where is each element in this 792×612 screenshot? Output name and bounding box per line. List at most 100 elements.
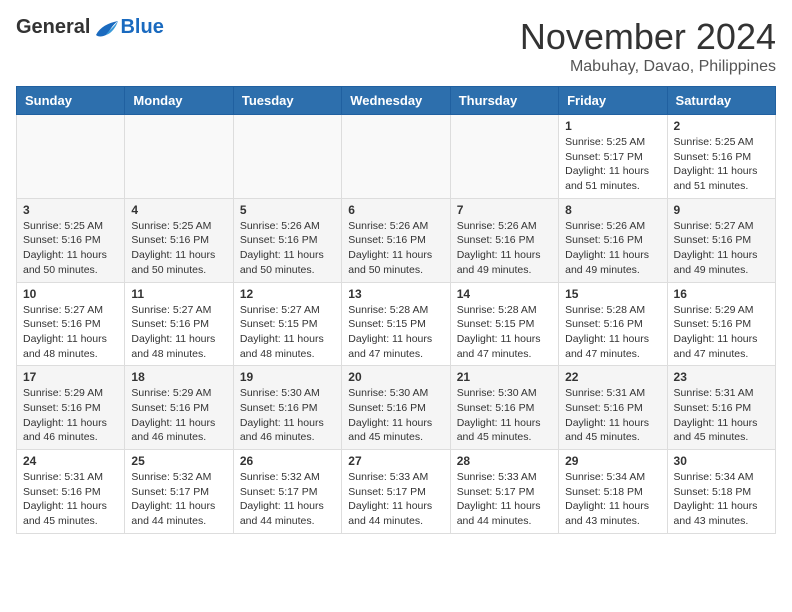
calendar-day-cell: 8 Sunrise: 5:26 AM Sunset: 5:16 PM Daylig… bbox=[559, 198, 667, 282]
day-number: 26 bbox=[240, 454, 335, 468]
calendar-day-cell: 15 Sunrise: 5:28 AM Sunset: 5:16 PM Dayli… bbox=[559, 282, 667, 366]
day-info: Sunrise: 5:26 AM Sunset: 5:16 PM Dayligh… bbox=[348, 219, 443, 278]
calendar-day-cell: 14 Sunrise: 5:28 AM Sunset: 5:15 PM Dayli… bbox=[450, 282, 558, 366]
day-info: Sunrise: 5:28 AM Sunset: 5:15 PM Dayligh… bbox=[348, 303, 443, 362]
calendar-day-cell bbox=[450, 115, 558, 199]
calendar-day-cell: 5 Sunrise: 5:26 AM Sunset: 5:16 PM Daylig… bbox=[233, 198, 341, 282]
calendar-day-header: Thursday bbox=[450, 87, 558, 115]
day-number: 10 bbox=[23, 287, 118, 301]
logo: General Blue bbox=[16, 16, 164, 39]
day-info: Sunrise: 5:25 AM Sunset: 5:16 PM Dayligh… bbox=[131, 219, 226, 278]
calendar-day-cell bbox=[17, 115, 125, 199]
day-info: Sunrise: 5:27 AM Sunset: 5:16 PM Dayligh… bbox=[131, 303, 226, 362]
day-info: Sunrise: 5:26 AM Sunset: 5:16 PM Dayligh… bbox=[565, 219, 660, 278]
day-info: Sunrise: 5:32 AM Sunset: 5:17 PM Dayligh… bbox=[240, 470, 335, 529]
day-info: Sunrise: 5:33 AM Sunset: 5:17 PM Dayligh… bbox=[457, 470, 552, 529]
day-info: Sunrise: 5:34 AM Sunset: 5:18 PM Dayligh… bbox=[565, 470, 660, 529]
calendar-day-cell: 22 Sunrise: 5:31 AM Sunset: 5:16 PM Dayli… bbox=[559, 366, 667, 450]
calendar-day-header: Monday bbox=[125, 87, 233, 115]
day-number: 18 bbox=[131, 370, 226, 384]
day-info: Sunrise: 5:31 AM Sunset: 5:16 PM Dayligh… bbox=[23, 470, 118, 529]
day-number: 11 bbox=[131, 287, 226, 301]
calendar-day-cell: 18 Sunrise: 5:29 AM Sunset: 5:16 PM Dayli… bbox=[125, 366, 233, 450]
day-info: Sunrise: 5:28 AM Sunset: 5:15 PM Dayligh… bbox=[457, 303, 552, 362]
calendar-day-cell: 10 Sunrise: 5:27 AM Sunset: 5:16 PM Dayli… bbox=[17, 282, 125, 366]
day-info: Sunrise: 5:26 AM Sunset: 5:16 PM Dayligh… bbox=[240, 219, 335, 278]
calendar-day-cell: 26 Sunrise: 5:32 AM Sunset: 5:17 PM Dayli… bbox=[233, 450, 341, 534]
calendar-day-cell: 16 Sunrise: 5:29 AM Sunset: 5:16 PM Dayli… bbox=[667, 282, 775, 366]
day-number: 12 bbox=[240, 287, 335, 301]
day-number: 17 bbox=[23, 370, 118, 384]
page-header: General Blue November 2024 Mabuhay, Dava… bbox=[16, 16, 776, 76]
calendar-table: SundayMondayTuesdayWednesdayThursdayFrid… bbox=[16, 86, 776, 534]
day-info: Sunrise: 5:27 AM Sunset: 5:16 PM Dayligh… bbox=[674, 219, 769, 278]
day-info: Sunrise: 5:30 AM Sunset: 5:16 PM Dayligh… bbox=[457, 386, 552, 445]
calendar-day-cell bbox=[342, 115, 450, 199]
day-number: 25 bbox=[131, 454, 226, 468]
calendar-day-cell: 3 Sunrise: 5:25 AM Sunset: 5:16 PM Daylig… bbox=[17, 198, 125, 282]
day-number: 19 bbox=[240, 370, 335, 384]
calendar-day-cell bbox=[233, 115, 341, 199]
calendar-day-cell bbox=[125, 115, 233, 199]
day-info: Sunrise: 5:27 AM Sunset: 5:15 PM Dayligh… bbox=[240, 303, 335, 362]
day-number: 23 bbox=[674, 370, 769, 384]
day-number: 14 bbox=[457, 287, 552, 301]
day-number: 6 bbox=[348, 203, 443, 217]
calendar-day-header: Tuesday bbox=[233, 87, 341, 115]
day-info: Sunrise: 5:25 AM Sunset: 5:16 PM Dayligh… bbox=[23, 219, 118, 278]
day-info: Sunrise: 5:27 AM Sunset: 5:16 PM Dayligh… bbox=[23, 303, 118, 362]
calendar-week-row: 10 Sunrise: 5:27 AM Sunset: 5:16 PM Dayli… bbox=[17, 282, 776, 366]
day-info: Sunrise: 5:30 AM Sunset: 5:16 PM Dayligh… bbox=[348, 386, 443, 445]
calendar-day-header: Saturday bbox=[667, 87, 775, 115]
calendar-day-cell: 11 Sunrise: 5:27 AM Sunset: 5:16 PM Dayli… bbox=[125, 282, 233, 366]
calendar-week-row: 3 Sunrise: 5:25 AM Sunset: 5:16 PM Daylig… bbox=[17, 198, 776, 282]
day-number: 16 bbox=[674, 287, 769, 301]
calendar-day-cell: 19 Sunrise: 5:30 AM Sunset: 5:16 PM Dayli… bbox=[233, 366, 341, 450]
day-info: Sunrise: 5:26 AM Sunset: 5:16 PM Dayligh… bbox=[457, 219, 552, 278]
day-info: Sunrise: 5:31 AM Sunset: 5:16 PM Dayligh… bbox=[674, 386, 769, 445]
calendar-day-cell: 30 Sunrise: 5:34 AM Sunset: 5:18 PM Dayli… bbox=[667, 450, 775, 534]
calendar-day-cell: 9Sunrise: 5:27 AM Sunset: 5:16 PM Daylig… bbox=[667, 198, 775, 282]
day-number: 30 bbox=[674, 454, 769, 468]
day-number: 7 bbox=[457, 203, 552, 217]
calendar-day-cell: 29 Sunrise: 5:34 AM Sunset: 5:18 PM Dayli… bbox=[559, 450, 667, 534]
calendar-day-header: Friday bbox=[559, 87, 667, 115]
day-number: 24 bbox=[23, 454, 118, 468]
day-info: Sunrise: 5:29 AM Sunset: 5:16 PM Dayligh… bbox=[674, 303, 769, 362]
calendar-day-cell: 23 Sunrise: 5:31 AM Sunset: 5:16 PM Dayli… bbox=[667, 366, 775, 450]
calendar-day-header: Sunday bbox=[17, 87, 125, 115]
calendar-day-cell: 28 Sunrise: 5:33 AM Sunset: 5:17 PM Dayli… bbox=[450, 450, 558, 534]
calendar-day-cell: 24 Sunrise: 5:31 AM Sunset: 5:16 PM Dayli… bbox=[17, 450, 125, 534]
day-number: 29 bbox=[565, 454, 660, 468]
title-section: November 2024 Mabuhay, Davao, Philippine… bbox=[520, 16, 776, 76]
month-title: November 2024 bbox=[520, 16, 776, 58]
day-number: 15 bbox=[565, 287, 660, 301]
calendar-day-cell: 1Sunrise: 5:25 AM Sunset: 5:17 PM Daylig… bbox=[559, 115, 667, 199]
day-number: 8 bbox=[565, 203, 660, 217]
day-number: 22 bbox=[565, 370, 660, 384]
day-info: Sunrise: 5:31 AM Sunset: 5:16 PM Dayligh… bbox=[565, 386, 660, 445]
calendar-day-cell: 2Sunrise: 5:25 AM Sunset: 5:16 PM Daylig… bbox=[667, 115, 775, 199]
day-info: Sunrise: 5:34 AM Sunset: 5:18 PM Dayligh… bbox=[674, 470, 769, 529]
logo-general: General bbox=[16, 16, 90, 39]
calendar-day-header: Wednesday bbox=[342, 87, 450, 115]
day-number: 3 bbox=[23, 203, 118, 217]
calendar-week-row: 24 Sunrise: 5:31 AM Sunset: 5:16 PM Dayli… bbox=[17, 450, 776, 534]
calendar-day-cell: 27Sunrise: 5:33 AM Sunset: 5:17 PM Dayli… bbox=[342, 450, 450, 534]
calendar-week-row: 1Sunrise: 5:25 AM Sunset: 5:17 PM Daylig… bbox=[17, 115, 776, 199]
day-info: Sunrise: 5:28 AM Sunset: 5:16 PM Dayligh… bbox=[565, 303, 660, 362]
day-info: Sunrise: 5:29 AM Sunset: 5:16 PM Dayligh… bbox=[23, 386, 118, 445]
day-number: 4 bbox=[131, 203, 226, 217]
logo-bird-icon bbox=[92, 17, 120, 39]
day-number: 5 bbox=[240, 203, 335, 217]
day-info: Sunrise: 5:29 AM Sunset: 5:16 PM Dayligh… bbox=[131, 386, 226, 445]
calendar-day-cell: 12 Sunrise: 5:27 AM Sunset: 5:15 PM Dayli… bbox=[233, 282, 341, 366]
day-number: 28 bbox=[457, 454, 552, 468]
calendar-day-cell: 17 Sunrise: 5:29 AM Sunset: 5:16 PM Dayli… bbox=[17, 366, 125, 450]
calendar-day-cell: 7 Sunrise: 5:26 AM Sunset: 5:16 PM Daylig… bbox=[450, 198, 558, 282]
day-number: 13 bbox=[348, 287, 443, 301]
day-number: 21 bbox=[457, 370, 552, 384]
day-info: Sunrise: 5:25 AM Sunset: 5:17 PM Dayligh… bbox=[565, 135, 660, 194]
calendar-day-cell: 20Sunrise: 5:30 AM Sunset: 5:16 PM Dayli… bbox=[342, 366, 450, 450]
day-info: Sunrise: 5:30 AM Sunset: 5:16 PM Dayligh… bbox=[240, 386, 335, 445]
